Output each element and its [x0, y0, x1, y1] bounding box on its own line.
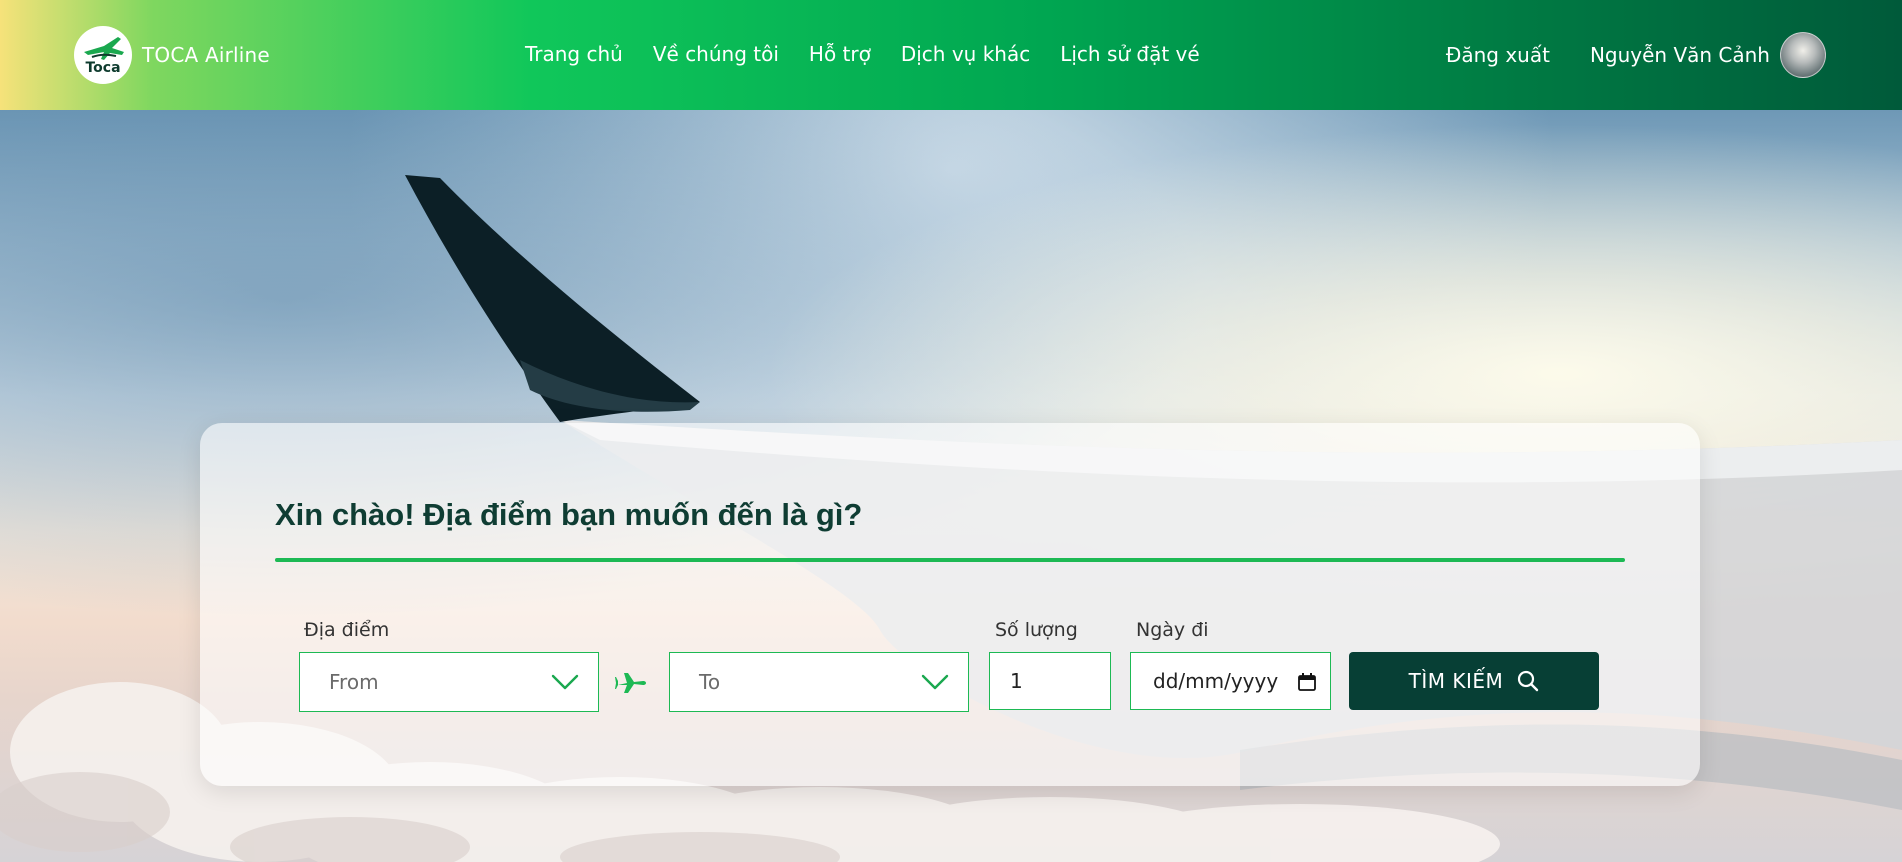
nav-item-home[interactable]: Trang chủ [525, 42, 623, 66]
nav-item-other-services[interactable]: Dịch vụ khác [901, 42, 1030, 66]
location-label: Địa điểm [304, 619, 390, 641]
nav-item-about[interactable]: Về chúng tôi [653, 42, 779, 66]
title-divider [275, 558, 1625, 562]
avatar[interactable] [1780, 32, 1826, 78]
search-card: Xin chào! Địa điểm bạn muốn đến là gì? Đ… [200, 423, 1700, 786]
top-navbar: Toca TOCA Airline Trang chủ Về chúng tôi… [0, 0, 1902, 110]
user-area: Đăng xuất Nguyễn Văn Cảnh [1446, 32, 1826, 78]
quantity-label: Số lượng [995, 619, 1078, 641]
toca-plane-logo-icon: Toca [74, 26, 132, 84]
brand[interactable]: Toca TOCA Airline [74, 26, 270, 84]
search-icon [1518, 670, 1539, 692]
from-select-value: From [329, 670, 379, 694]
brand-name: TOCA Airline [142, 43, 270, 67]
search-title: Xin chào! Địa điểm bạn muốn đến là gì? [275, 497, 863, 532]
nav-item-support[interactable]: Hỗ trợ [809, 42, 871, 66]
logout-link[interactable]: Đăng xuất [1446, 43, 1550, 67]
nav-item-booking-history[interactable]: Lịch sử đặt vé [1060, 42, 1199, 66]
quantity-input[interactable] [989, 652, 1111, 710]
calendar-icon[interactable] [1297, 672, 1317, 692]
chevron-down-icon [921, 674, 949, 690]
username[interactable]: Nguyễn Văn Cảnh [1590, 43, 1770, 67]
search-button-label: TÌM KIẾM [1408, 669, 1504, 693]
main-nav: Trang chủ Về chúng tôi Hỗ trợ Dịch vụ kh… [525, 42, 1200, 66]
date-label: Ngày đi [1136, 619, 1209, 641]
departure-date-input[interactable]: dd/mm/yyyy [1130, 652, 1331, 710]
chevron-down-icon [551, 674, 579, 690]
logo-word: Toca [85, 60, 121, 76]
from-select[interactable]: From [299, 652, 599, 712]
date-placeholder: dd/mm/yyyy [1153, 669, 1279, 693]
to-select-value: To [699, 670, 721, 694]
search-button[interactable]: TÌM KIẾM [1349, 652, 1599, 710]
to-select[interactable]: To [669, 652, 969, 712]
plane-icon [615, 673, 646, 693]
